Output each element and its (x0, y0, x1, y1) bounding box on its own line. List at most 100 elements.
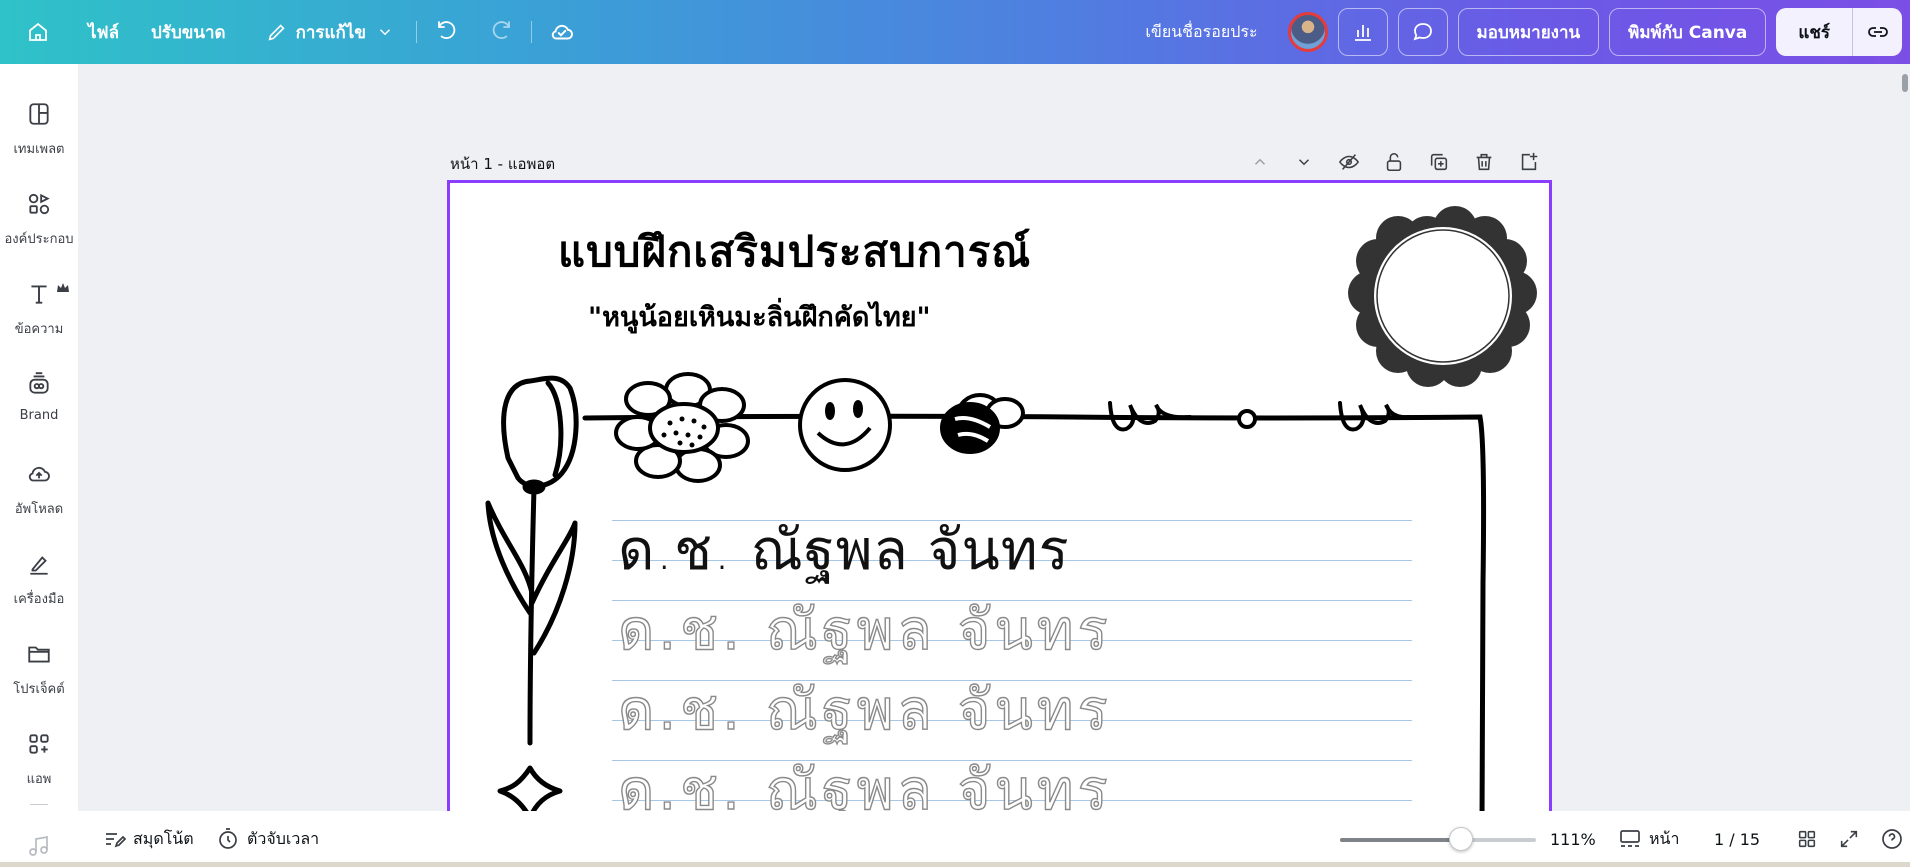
sidebar-item-label: โปรเจ็คต์ (13, 682, 65, 697)
undo-icon (438, 21, 456, 39)
name-tracing-text[interactable]: ด.ช. ณัฐพล จันทร (617, 665, 1112, 754)
toolbar-divider (415, 21, 417, 43)
grid-icon (1798, 830, 1816, 848)
text-icon (19, 274, 59, 314)
expand-icon (1840, 830, 1858, 848)
pages-button[interactable]: หน้า (1618, 811, 1679, 867)
home-icon (29, 22, 47, 41)
notes-icon (106, 833, 126, 848)
move-page-down-button[interactable] (1290, 148, 1318, 176)
zoom-slider-track[interactable] (1340, 838, 1536, 842)
template-icon (19, 94, 59, 134)
window-bottom-edge (0, 862, 1910, 867)
file-menu[interactable]: ไฟล์ (76, 12, 131, 52)
sidebar-divider (30, 804, 48, 805)
notes-button[interactable]: สมุดโน้ต (102, 811, 194, 867)
chevron-down-icon (1298, 159, 1310, 166)
help-button[interactable] (1880, 811, 1910, 867)
notes-label: สมุดโน้ต (133, 828, 194, 848)
zoom-slider-fill (1340, 838, 1461, 842)
comments-button[interactable] (1397, 8, 1448, 56)
sidebar-item-upload[interactable]: อัพโหลด (0, 446, 78, 530)
grid-view-button[interactable] (1796, 811, 1825, 867)
add-page-button[interactable] (1515, 148, 1543, 176)
top-toolbar: ไฟล์ ปรับขนาด การแก้ไข เขียนชื่อรอยประ ม… (0, 0, 1910, 64)
design-title[interactable]: เขียนชื่อรอยประ (1145, 20, 1257, 45)
delete-page-button[interactable] (1470, 148, 1498, 176)
sun-frame-graphic (1348, 206, 1537, 387)
name-tracing-text[interactable]: ด.ช. ณัฐพล จันทร (617, 585, 1112, 674)
timer-button[interactable]: ตัวจับเวลา (216, 811, 319, 867)
trash-icon (1476, 153, 1492, 171)
comment-icon (1413, 23, 1432, 41)
apps-icon (19, 724, 59, 764)
name-tracing-text[interactable]: ด.ช. ณัฐพล จันทร (617, 745, 1112, 820)
smiley-graphic (798, 378, 892, 472)
sidebar-item-projects[interactable]: โปรเจ็คต์ (0, 626, 78, 710)
redo-button[interactable] (481, 12, 521, 52)
sidebar-item-label: เครื่องมือ (13, 592, 65, 607)
elements-icon (19, 184, 59, 224)
cloud-check-icon (551, 24, 573, 40)
tools-icon (19, 544, 59, 584)
timer-label: ตัวจับเวลา (247, 828, 320, 848)
folder-icon (19, 634, 59, 674)
sidebar-item-label: องค์ประกอบ (4, 232, 74, 247)
zoom-level[interactable]: 111% (1550, 811, 1596, 867)
sidebar-item-brand[interactable]: Brand (0, 356, 78, 440)
chevron-down-icon (379, 29, 390, 36)
sidebar-item-label: Brand (19, 408, 59, 423)
sidebar-item-label: อัพโหลด (14, 502, 64, 517)
design-page[interactable]: แบบฝึกเสริมประสบการณ์ "หนูน้อยเหินมะลิ่น… (447, 180, 1552, 820)
sidebar-item-label: ข้อความ (14, 322, 64, 337)
brand-icon (19, 364, 59, 404)
help-icon (1882, 829, 1902, 849)
sidebar-item-text[interactable]: ข้อความ (0, 266, 78, 350)
add-page-icon (1521, 152, 1538, 171)
edit-menu[interactable]: การแก้ไข (254, 12, 406, 52)
sidebar-item-templates[interactable]: เทมเพลต (0, 86, 78, 170)
tulip-graphic (485, 375, 579, 820)
unlock-icon (1386, 152, 1402, 172)
home-button[interactable] (18, 12, 58, 52)
edit-menu-label: การแก้ไข (295, 22, 366, 43)
sidebar-item-label: เทมเพลต (13, 142, 65, 157)
pencil-icon (268, 24, 285, 41)
left-sidebar: เทมเพลต องค์ประกอบ ข้อความ Brand อัพโหลด… (0, 64, 78, 867)
flower-graphic (614, 372, 750, 483)
sidebar-item-elements[interactable]: องค์ประกอบ (0, 176, 78, 260)
link-icon (1867, 27, 1888, 37)
upload-icon (19, 454, 59, 494)
toolbar-divider (530, 21, 532, 43)
page-count[interactable]: 1 / 15 (1714, 811, 1760, 867)
hide-page-button[interactable] (1335, 148, 1363, 176)
duplicate-page-button[interactable] (1425, 148, 1453, 176)
bar-chart-icon (1354, 25, 1371, 41)
zoom-slider-handle[interactable] (1449, 827, 1473, 851)
move-page-up-button[interactable] (1246, 148, 1274, 176)
sidebar-item-tools[interactable]: เครื่องมือ (0, 536, 78, 620)
bee-graphic (940, 393, 1025, 454)
name-solid-text[interactable]: ด.ช. ณัฐพล จันทร (618, 505, 1070, 594)
resize-menu[interactable]: ปรับขนาด (139, 12, 238, 52)
eye-off-icon (1338, 154, 1360, 170)
crown-icon (57, 283, 69, 292)
fullscreen-button[interactable] (1838, 811, 1867, 867)
copy-link-button[interactable] (1852, 8, 1902, 56)
undo-button[interactable] (427, 12, 467, 52)
sidebar-item-apps[interactable]: แอพ (0, 716, 78, 800)
vertical-scrollbar[interactable] (1902, 74, 1908, 92)
lock-page-button[interactable] (1380, 148, 1408, 176)
pages-label: หน้า (1649, 828, 1680, 848)
chevron-up-icon (1254, 158, 1266, 165)
save-status-button[interactable] (542, 12, 582, 52)
bottom-bar: สมุดโน้ต ตัวจับเวลา 111% หน้า 1 / 15 (78, 811, 1910, 867)
print-with-canva-button[interactable]: พิมพ์กับ Canva (1609, 8, 1767, 56)
avatar[interactable] (1287, 12, 1328, 52)
assign-button[interactable]: มอบหมายงาน (1457, 8, 1600, 56)
music-icon[interactable] (27, 834, 51, 858)
share-button[interactable]: แชร์ (1776, 8, 1852, 56)
insights-button[interactable] (1337, 8, 1388, 56)
page-title: หน้า 1 - แอพอต (450, 155, 556, 173)
share-group: แชร์ (1776, 8, 1902, 56)
